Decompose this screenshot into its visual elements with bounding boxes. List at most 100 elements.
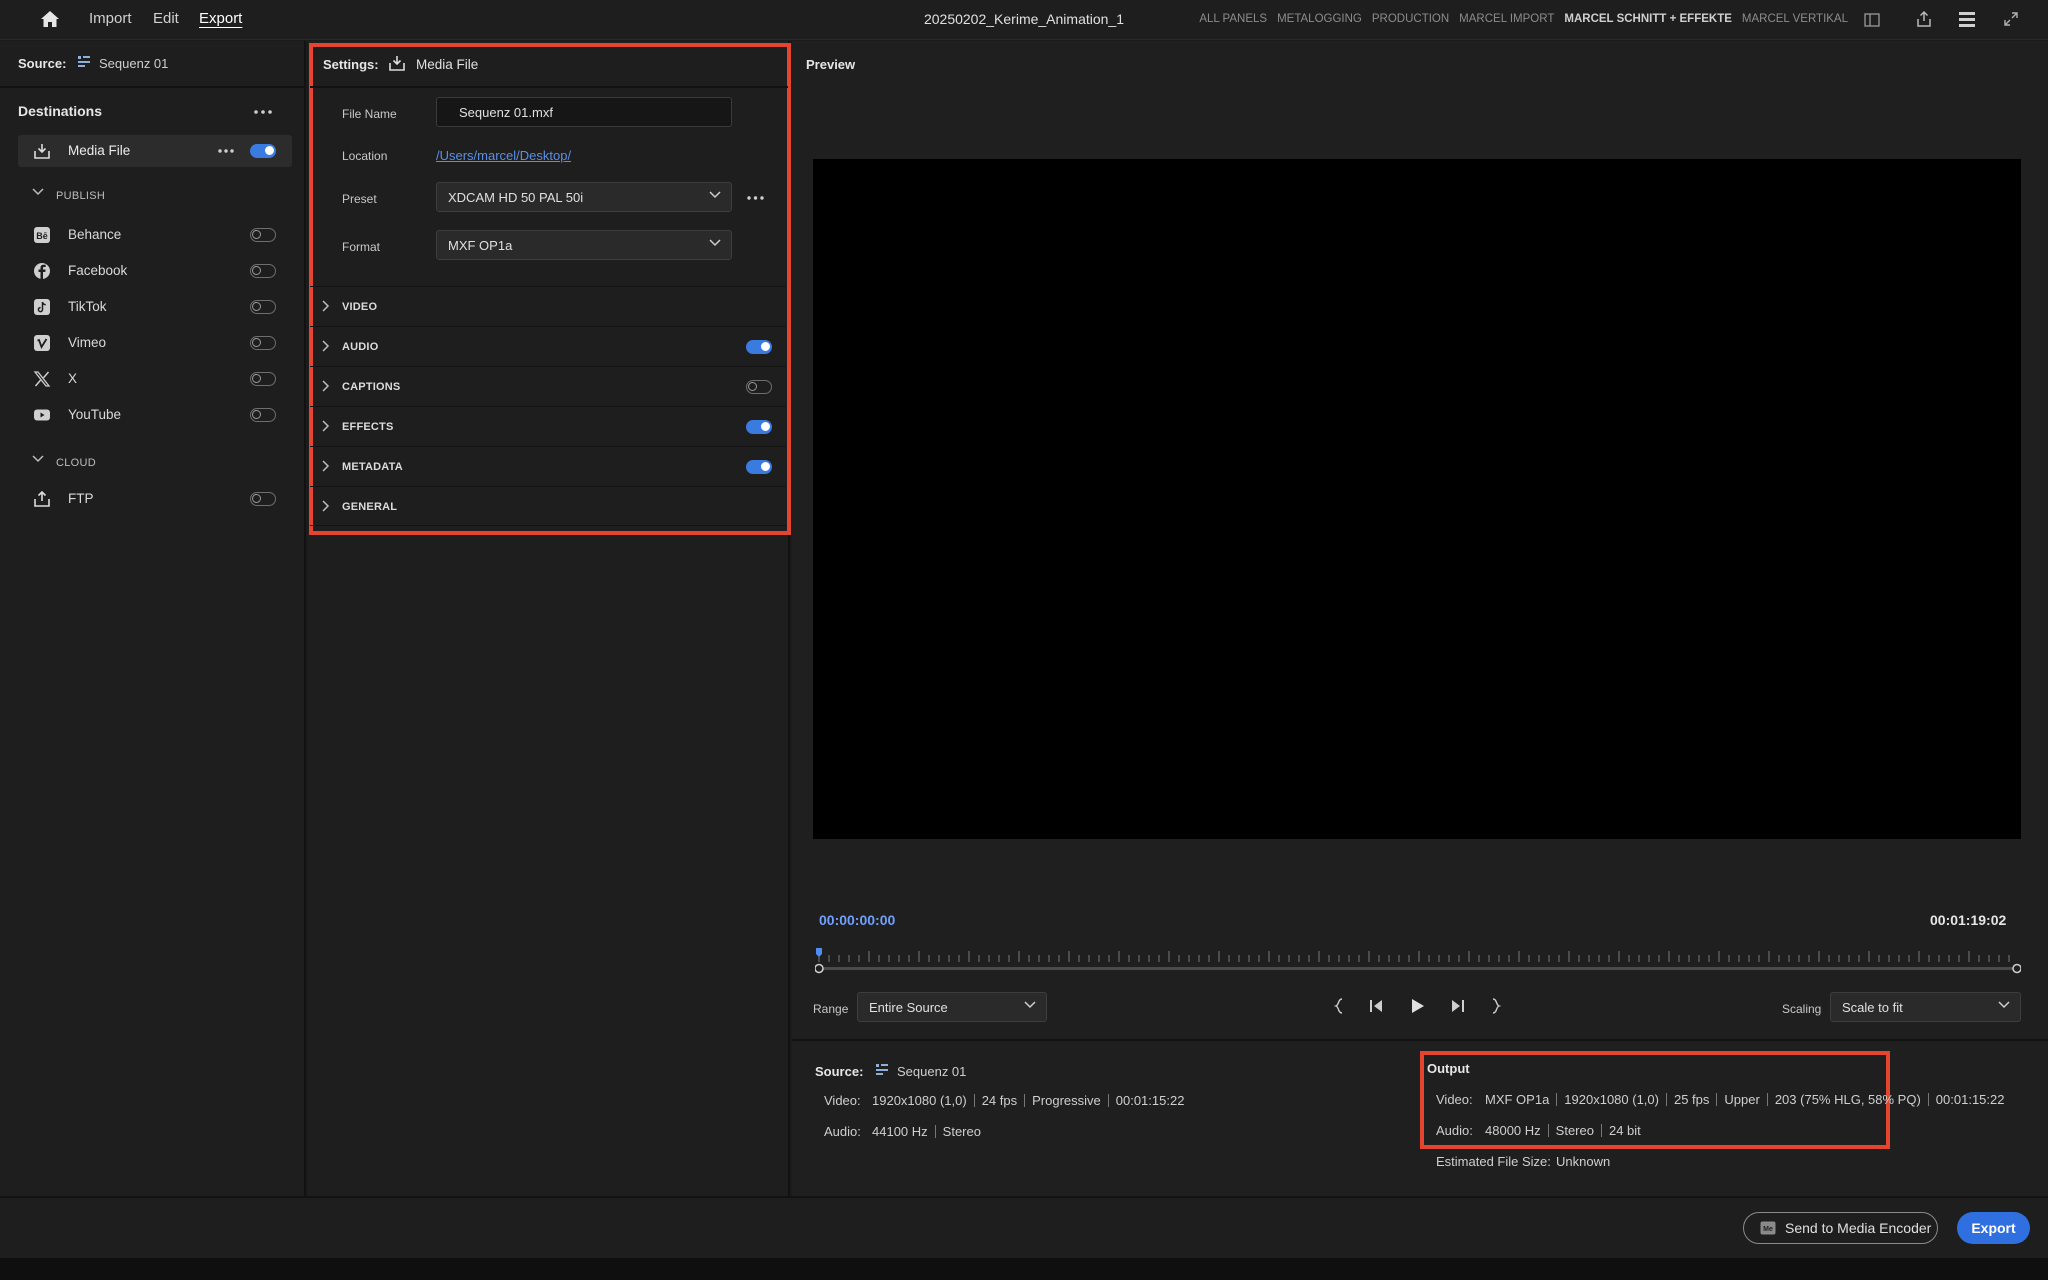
preset-dropdown[interactable]: XDCAM HD 50 PAL 50i [436,182,732,212]
share-icon[interactable] [1915,10,1933,28]
svg-text:Me: Me [1763,1226,1773,1233]
svg-text:Bē: Bē [36,231,48,241]
section-general[interactable]: GENERAL [310,486,786,526]
section-audio[interactable]: AUDIO [310,326,786,366]
destination-youtube[interactable]: YouTube [18,399,292,431]
mark-out-icon[interactable] [1491,997,1501,1015]
section-captions[interactable]: CAPTIONS [310,366,786,406]
facebook-toggle[interactable] [250,264,276,278]
metadata-toggle[interactable] [746,460,772,474]
destination-facebook[interactable]: Facebook [18,255,292,287]
timeline-ruler[interactable] [815,947,2021,977]
chevron-right-icon [322,300,330,312]
fullscreen-icon[interactable] [2003,11,2019,27]
source-audio-info: 44100 Hz Stereo [872,1124,981,1139]
destinations-more-icon[interactable] [254,110,272,114]
youtube-icon [33,406,51,424]
play-icon[interactable] [1410,997,1426,1015]
chevron-down-icon [1024,1001,1036,1009]
preset-label: Preset [342,192,377,206]
location-link[interactable]: /Users/marcel/Desktop/ [436,148,571,163]
workspace-marcel-vertikal[interactable]: MARCEL VERTIKAL [1742,13,1848,25]
source-sequence-name: Sequenz 01 [99,56,169,71]
behance-toggle[interactable] [250,228,276,242]
output-video-info: MXF OP1a 1920x1080 (1,0) 25 fps Upper 20… [1485,1092,2005,1107]
home-icon[interactable] [40,10,60,28]
file-name-input[interactable]: Sequenz 01.mxf [436,97,732,127]
range-label: Range [813,1002,849,1016]
chevron-down-icon [1998,1001,2010,1009]
preview-title: Preview [806,57,856,72]
cloud-collapse-icon[interactable] [32,455,44,463]
chevron-down-icon [709,191,721,199]
source-info-name: Sequenz 01 [897,1064,967,1079]
destination-vimeo[interactable]: Vimeo [18,327,292,359]
chevron-right-icon [322,460,330,472]
publish-collapse-icon[interactable] [32,188,44,196]
destinations-title: Destinations [18,103,103,119]
step-forward-icon[interactable] [1448,998,1466,1014]
range-dropdown[interactable]: Entire Source [857,992,1047,1022]
media-encoder-icon: Me [1760,1221,1776,1235]
media-file-more-icon[interactable] [218,149,234,153]
send-to-media-encoder-button[interactable]: Me Send to Media Encoder [1743,1212,1938,1244]
quick-export-icon[interactable] [1957,10,1977,28]
audio-toggle[interactable] [746,340,772,354]
workspace-production[interactable]: PRODUCTION [1372,13,1449,25]
ftp-toggle[interactable] [250,492,276,506]
workspace-marcel-import[interactable]: MARCEL IMPORT [1459,13,1554,25]
format-dropdown[interactable]: MXF OP1a [436,230,732,260]
bottom-bar [0,1196,2048,1258]
estimated-size-label: Estimated File Size: [1436,1154,1551,1169]
timecode-current[interactable]: 00:00:00:00 [819,912,895,928]
section-effects[interactable]: EFFECTS [310,406,786,446]
cloud-header: CLOUD [56,457,97,469]
workspace-metalogging[interactable]: METALOGGING [1277,13,1362,25]
destination-media-file[interactable]: Media File [18,135,292,167]
settings-target: Media File [416,57,479,72]
destination-x[interactable]: X [18,363,292,395]
x-toggle[interactable] [250,372,276,386]
youtube-toggle[interactable] [250,408,276,422]
workspace-all-panels[interactable]: ALL PANELS [1199,13,1267,25]
output-label: Output [1427,1061,1470,1076]
menu-export[interactable]: Export [199,10,242,27]
section-video[interactable]: VIDEO [310,286,786,326]
media-file-toggle[interactable] [250,144,276,158]
captions-toggle[interactable] [746,380,772,394]
output-video-label: Video: [1436,1092,1473,1107]
scaling-dropdown[interactable]: Scale to fit [1830,992,2021,1022]
destination-ftp[interactable]: FTP [18,483,292,515]
footer-strip [0,1258,2048,1280]
ftp-upload-icon [33,490,51,508]
preset-more-icon[interactable] [747,196,764,200]
destinations-panel [0,41,306,1196]
facebook-icon [33,262,51,280]
file-name-label: File Name [342,107,397,121]
publish-header: PUBLISH [56,190,106,202]
source-audio-label: Audio: [824,1124,861,1139]
workspace-marcel-schnitt[interactable]: MARCEL SCHNITT + EFFEKTE [1564,13,1732,25]
behance-label: Behance [68,227,122,242]
tiktok-icon [33,298,51,316]
chevron-right-icon [322,500,330,512]
export-button[interactable]: Export [1957,1212,2030,1244]
destination-behance[interactable]: Bē Behance [18,219,292,251]
chevron-down-icon [709,239,721,247]
settings-title: Settings: [323,57,379,72]
media-file-download-icon [33,142,51,160]
destination-tiktok[interactable]: TikTok [18,291,292,323]
output-audio-info: 48000 Hz Stereo 24 bit [1485,1123,1641,1138]
menu-edit[interactable]: Edit [153,10,179,27]
vimeo-toggle[interactable] [250,336,276,350]
step-back-icon[interactable] [1368,998,1386,1014]
tiktok-toggle[interactable] [250,300,276,314]
panel-layout-icon[interactable] [1864,13,1880,27]
playhead [816,948,822,957]
effects-toggle[interactable] [746,420,772,434]
menu-import[interactable]: Import [89,10,132,27]
chevron-right-icon [322,380,330,392]
mark-in-icon[interactable] [1334,997,1344,1015]
output-audio-label: Audio: [1436,1123,1473,1138]
section-metadata[interactable]: METADATA [310,446,786,486]
